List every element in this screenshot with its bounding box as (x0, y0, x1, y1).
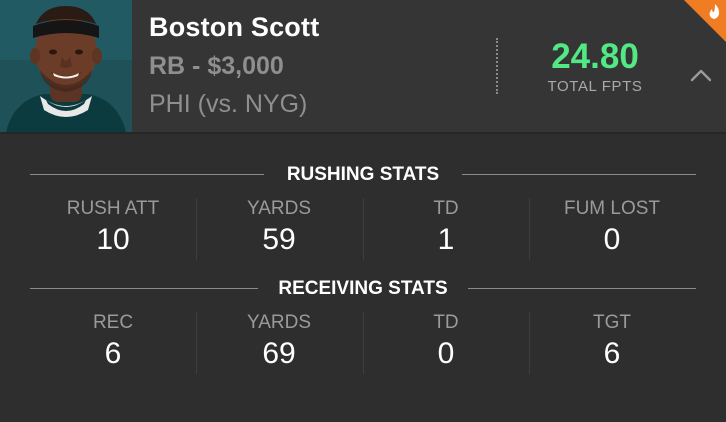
stat-label: FUM LOST (563, 198, 661, 219)
player-header: Boston Scott RB - $3,000 PHI (vs. NYG) 2… (0, 0, 726, 134)
receiving-stats-title: RECEIVING STATS (278, 278, 448, 299)
stat-value: 59 (262, 223, 296, 256)
rushing-stats-row: RUSH ATT 10 YARDS 59 TD 1 FUM LOST 0 (30, 198, 696, 260)
stat-value: 0 (603, 223, 621, 256)
total-fpts-value: 24.80 (551, 37, 639, 76)
stat-rush-yards: YARDS 59 (196, 198, 362, 260)
stat-value: 6 (603, 337, 621, 370)
stat-label: RUSH ATT (66, 198, 160, 219)
stat-rec: REC 6 (30, 312, 196, 374)
stat-rec-td: TD 0 (363, 312, 529, 374)
stat-label: YARDS (246, 198, 312, 219)
header-divider (496, 38, 498, 94)
matchup: PHI (vs. NYG) (149, 90, 308, 118)
stat-value: 1 (437, 223, 455, 256)
chevron-up-icon (690, 69, 712, 82)
stat-label: YARDS (246, 312, 312, 333)
receiving-stats-row: REC 6 YARDS 69 TD 0 TGT 6 (30, 312, 696, 374)
stat-value: 6 (104, 337, 122, 370)
player-name: Boston Scott (149, 12, 320, 42)
stat-label: TGT (593, 312, 631, 333)
stat-label: REC (92, 312, 134, 333)
stat-fum-lost: FUM LOST 0 (529, 198, 695, 260)
heading-rule-right (462, 174, 696, 175)
stat-value: 10 (96, 223, 130, 256)
stat-label: TD (433, 198, 459, 219)
stat-rec-yards: YARDS 69 (196, 312, 362, 374)
stat-tgt: TGT 6 (529, 312, 695, 374)
hot-badge (684, 0, 726, 42)
rushing-stats-heading: RUSHING STATS (0, 163, 726, 187)
stat-value: 0 (437, 337, 455, 370)
receiving-stats-heading: RECEIVING STATS (0, 277, 726, 301)
position-salary: RB - $3,000 (149, 52, 284, 80)
stat-rush-td: TD 1 (363, 198, 529, 260)
stat-value: 69 (262, 337, 296, 370)
player-stats-card: Boston Scott RB - $3,000 PHI (vs. NYG) 2… (0, 0, 726, 422)
collapse-button[interactable] (686, 62, 716, 88)
total-fpts-label: TOTAL FPTS (547, 78, 643, 95)
player-avatar (0, 0, 132, 132)
stat-label: TD (433, 312, 459, 333)
stat-rush-att: RUSH ATT 10 (30, 198, 196, 260)
rushing-stats-title: RUSHING STATS (286, 164, 440, 185)
heading-rule-right (468, 288, 696, 289)
